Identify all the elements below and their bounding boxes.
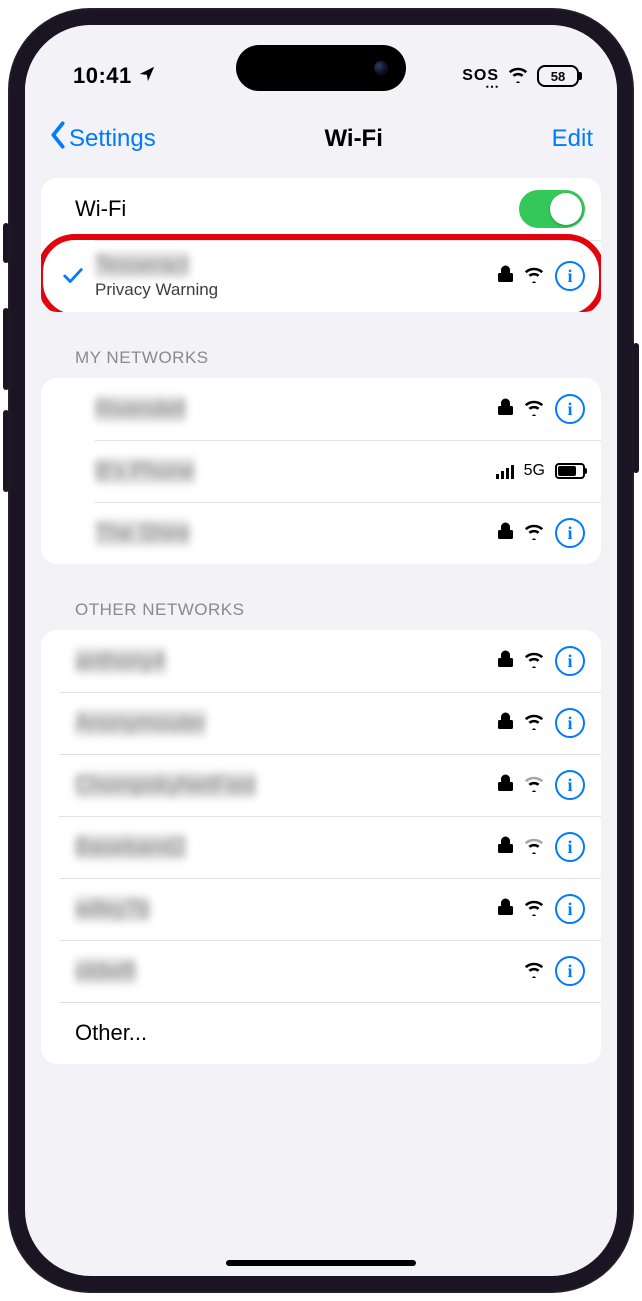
other-network-row[interactable]: Other... <box>41 1002 601 1064</box>
page-title: Wi-Fi <box>324 125 382 153</box>
lock-icon <box>498 398 513 421</box>
device-frame: 10:41 SOS 58 Settings Wi-Fi Edi <box>8 8 634 1293</box>
connected-network-subtitle: Privacy Warning <box>95 280 498 300</box>
network-row[interactable]: anthony4 i <box>41 630 601 692</box>
wifi-status-icon <box>507 65 529 88</box>
cellular-bars-icon <box>496 463 514 479</box>
wifi-icon <box>523 398 545 421</box>
volume-up-button <box>3 308 9 390</box>
network-row[interactable]: B's Phone 5G <box>41 440 601 502</box>
info-button[interactable]: i <box>555 770 585 800</box>
info-button[interactable]: i <box>555 894 585 924</box>
wifi-toggle-row: Wi-Fi <box>41 178 601 240</box>
info-button[interactable]: i <box>555 518 585 548</box>
other-networks-header: OTHER NETWORKS <box>41 600 601 630</box>
network-row[interactable]: wifey7b i <box>41 878 601 940</box>
status-time: 10:41 <box>73 63 132 89</box>
wifi-icon <box>523 960 545 983</box>
network-row[interactable]: The Shire i <box>41 502 601 564</box>
wifi-toggle[interactable] <box>519 190 585 228</box>
info-button[interactable]: i <box>555 956 585 986</box>
content-area: Wi-Fi Tesseract Privacy Warning <box>25 178 617 1120</box>
network-name: anthony4 <box>75 648 166 674</box>
connected-network-row[interactable]: Tesseract Privacy Warning i <box>41 240 601 312</box>
lock-icon <box>498 836 513 859</box>
wifi-toggle-label: Wi-Fi <box>75 196 519 222</box>
home-indicator[interactable] <box>226 1260 416 1266</box>
back-label: Settings <box>69 125 156 153</box>
mute-switch <box>3 223 9 263</box>
network-name: The Shire <box>95 520 190 546</box>
network-row[interactable]: ChompskyNetFast i <box>41 754 601 816</box>
wifi-icon <box>523 650 545 673</box>
info-button[interactable]: i <box>555 646 585 676</box>
lock-icon <box>498 898 513 921</box>
nav-bar: Settings Wi-Fi Edit <box>25 105 617 178</box>
network-row[interactable]: oldwifi i <box>41 940 601 1002</box>
wifi-icon <box>523 522 545 545</box>
network-name: oldwifi <box>75 958 136 984</box>
check-icon <box>55 267 91 285</box>
network-name: ChompskyNetFast <box>75 772 256 798</box>
lock-icon <box>498 712 513 735</box>
sos-indicator: SOS <box>462 67 499 85</box>
volume-down-button <box>3 410 9 492</box>
wifi-icon <box>523 712 545 735</box>
dynamic-island <box>236 45 406 91</box>
lock-icon <box>498 774 513 797</box>
back-button[interactable]: Settings <box>49 121 156 156</box>
wifi-icon <box>523 774 545 797</box>
other-networks-group: anthony4 i Anonymouter i <box>41 630 601 1064</box>
network-row[interactable]: Baseband2 i <box>41 816 601 878</box>
connected-network-name: Tesseract <box>95 252 189 278</box>
wifi-main-group: Wi-Fi Tesseract Privacy Warning <box>41 178 601 312</box>
cellular-tech-label: 5G <box>524 462 545 480</box>
network-name: Anonymouter <box>75 710 206 736</box>
location-icon <box>138 63 156 89</box>
lock-icon <box>498 265 513 288</box>
battery-indicator: 58 <box>537 65 579 87</box>
lock-icon <box>498 650 513 673</box>
my-networks-group: Rivendell i B's Phone 5G <box>41 378 601 564</box>
wifi-icon <box>523 265 545 288</box>
chevron-left-icon <box>49 121 67 156</box>
other-label: Other... <box>75 1020 585 1046</box>
info-button[interactable]: i <box>555 261 585 291</box>
screen: 10:41 SOS 58 Settings Wi-Fi Edi <box>25 25 617 1276</box>
hotspot-battery-icon <box>555 463 585 479</box>
lock-icon <box>498 522 513 545</box>
info-button[interactable]: i <box>555 832 585 862</box>
network-name: wifey7b <box>75 896 150 922</box>
network-name: Rivendell <box>95 396 186 422</box>
network-name: B's Phone <box>95 458 195 484</box>
my-networks-header: MY NETWORKS <box>41 348 601 378</box>
network-row[interactable]: Rivendell i <box>41 378 601 440</box>
wifi-icon <box>523 898 545 921</box>
edit-button[interactable]: Edit <box>552 125 593 153</box>
power-button <box>633 343 639 473</box>
info-button[interactable]: i <box>555 394 585 424</box>
network-name: Baseband2 <box>75 834 186 860</box>
info-button[interactable]: i <box>555 708 585 738</box>
wifi-icon <box>523 836 545 859</box>
network-row[interactable]: Anonymouter i <box>41 692 601 754</box>
